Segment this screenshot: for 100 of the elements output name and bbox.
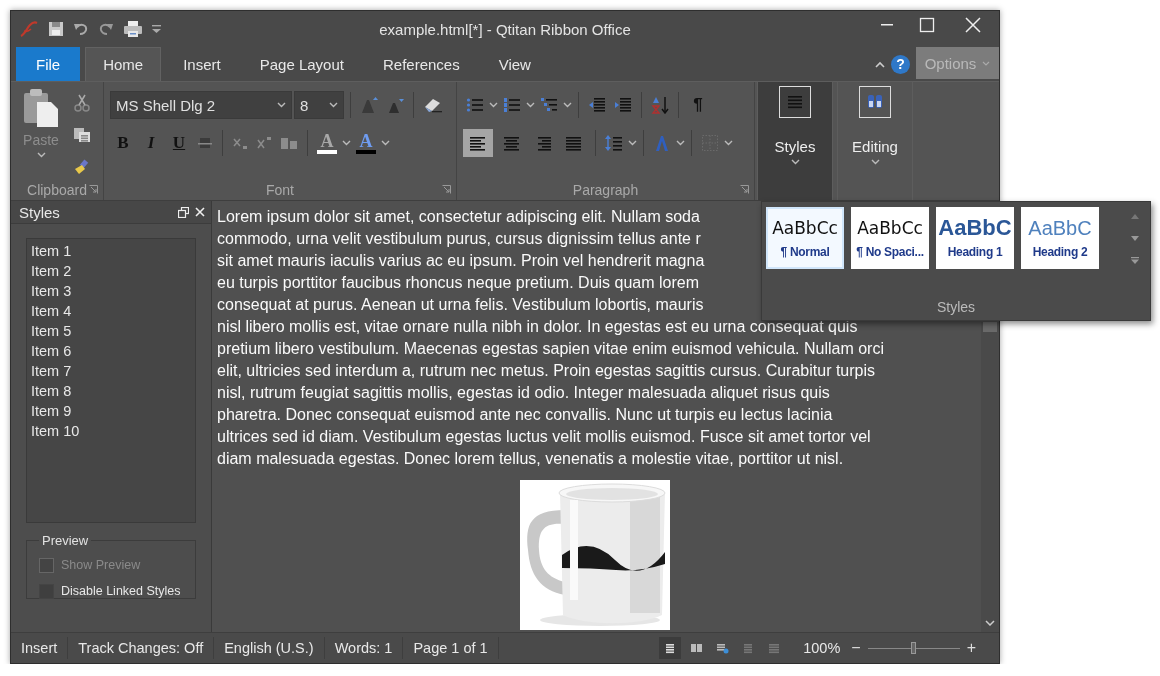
ribbon-tab[interactable]: Insert bbox=[166, 47, 238, 81]
page-view-icon bbox=[715, 641, 730, 655]
text-line: eu turpis porttitor faucibus rhoncus neque pretium. Duis quam lorem bbox=[217, 273, 699, 293]
chevron-down-icon bbox=[36, 152, 46, 158]
list-item[interactable]: Item 1 bbox=[31, 241, 191, 261]
chevron-down-icon bbox=[489, 102, 498, 108]
page-view-icon bbox=[767, 641, 782, 655]
line-spacing-icon bbox=[605, 134, 623, 152]
checkbox-label: Disable Linked Styles bbox=[61, 584, 181, 598]
list-item[interactable]: Item 8 bbox=[31, 381, 191, 401]
clipboard-icon bbox=[23, 88, 59, 128]
chevron-down-icon bbox=[724, 140, 733, 146]
pane-title: Styles bbox=[19, 203, 61, 221]
printer-icon[interactable] bbox=[123, 20, 143, 38]
style-swatch[interactable]: AaBbCc ¶ No Spaci... bbox=[851, 207, 929, 269]
ribbon-tab[interactable]: Page Layout bbox=[242, 47, 361, 81]
more-icon bbox=[1131, 256, 1139, 264]
styles-button[interactable]: Styles bbox=[757, 81, 833, 200]
gallery-label: Styles bbox=[936, 299, 976, 315]
sort-icon bbox=[651, 96, 669, 114]
scroll-down-icon[interactable] bbox=[985, 620, 995, 626]
page-view-icon bbox=[689, 641, 704, 655]
customize-menu-icon[interactable] bbox=[152, 24, 161, 34]
minimize-icon bbox=[881, 24, 893, 26]
status-item: Track Changes: Off bbox=[68, 637, 215, 659]
list-item[interactable]: Item 6 bbox=[31, 341, 191, 361]
zoom-in-button[interactable]: + bbox=[963, 639, 979, 657]
dialog-launcher-icon[interactable] bbox=[740, 185, 749, 194]
align-left-icon bbox=[469, 135, 487, 151]
text-line: consequat at purus. Aenean ut urna felis. Vestibulum lobortis, mauris bbox=[217, 295, 704, 315]
decrease-indent-icon bbox=[588, 97, 606, 113]
text-line: commodo, urna velit vestibulum purus, cursus dignissim tellus ante r bbox=[217, 229, 701, 249]
view-button[interactable] bbox=[659, 637, 682, 659]
chevron-down-icon bbox=[381, 140, 390, 146]
scissors-icon bbox=[74, 94, 90, 112]
list-item[interactable]: Item 2 bbox=[31, 261, 191, 281]
save-icon[interactable] bbox=[48, 21, 64, 37]
text-line: elit, ultricies sed interdum a, rutrum nec metus. Proin egestas sagittis cursus. Curabitur turpis bbox=[217, 361, 876, 381]
grow-font-icon bbox=[360, 96, 378, 114]
chevron-down-icon bbox=[628, 140, 637, 146]
status-item: Insert bbox=[11, 637, 69, 659]
ribbon-tab[interactable]: View bbox=[481, 47, 548, 81]
font-size-field[interactable]: 8 bbox=[294, 91, 344, 119]
list-item[interactable]: Item 5 bbox=[31, 321, 191, 341]
close-icon[interactable] bbox=[195, 207, 205, 217]
align-left-button[interactable] bbox=[463, 129, 493, 157]
chevron-down-icon bbox=[790, 159, 800, 165]
list-item[interactable]: Item 9 bbox=[31, 401, 191, 421]
change-case-icon bbox=[280, 136, 298, 150]
restore-icon[interactable] bbox=[178, 206, 189, 218]
status-item: Words: 1 bbox=[324, 637, 404, 659]
brush-icon bbox=[73, 159, 91, 175]
list-item[interactable]: Item 4 bbox=[31, 301, 191, 321]
dialog-launcher-icon[interactable] bbox=[442, 185, 451, 194]
text-line: diam malesuada egestas. Donec lorem tellus, venenatis a molestie vitae, porttitor ut nisl. bbox=[217, 449, 844, 469]
numbered-list-icon bbox=[503, 97, 521, 113]
style-swatch[interactable]: AaBbC Heading 2 bbox=[1021, 207, 1099, 269]
undo-icon[interactable] bbox=[73, 21, 89, 37]
list-item[interactable]: Item 10 bbox=[31, 421, 191, 441]
align-center-icon bbox=[501, 135, 519, 151]
zoom-out-button[interactable]: − bbox=[848, 639, 864, 657]
strikethrough-icon bbox=[197, 136, 213, 150]
window-title: example.html[*] - Qtitan Ribbon Office bbox=[379, 20, 631, 38]
style-swatch[interactable]: AaBbCc ¶ Normal bbox=[766, 207, 844, 269]
editing-button[interactable]: Editing bbox=[837, 81, 913, 200]
multilevel-list-icon bbox=[540, 97, 558, 113]
list-item[interactable]: Item 7 bbox=[31, 361, 191, 381]
redo-icon[interactable] bbox=[98, 21, 114, 37]
increase-indent-icon bbox=[614, 97, 632, 113]
dialog-launcher-icon[interactable] bbox=[89, 185, 98, 194]
ribbon-tab[interactable]: References bbox=[365, 47, 477, 81]
chevron-down-icon bbox=[870, 159, 880, 165]
binoculars-icon bbox=[859, 86, 891, 118]
chevron-down-icon bbox=[526, 102, 535, 108]
text-line: sit amet mauris iaculis varius ac eu ipsum. Proin vel hendrerit magna bbox=[217, 251, 705, 271]
text-line: ultrices sed id diam. Vestibulum egestas luctus velit mollis euismod. Fusce sit amet tortor vel bbox=[217, 427, 871, 447]
styles-icon bbox=[779, 86, 811, 118]
text-line: nisl libero mollis est, vitae ornare nulla nibh in dolor. In egestas est eu urna consequat quis bbox=[217, 317, 858, 337]
eraser-icon bbox=[423, 97, 443, 113]
ribbon-tab[interactable]: File bbox=[16, 47, 81, 81]
font-name-field[interactable]: MS Shell Dlg 2 bbox=[110, 91, 292, 119]
chevron-down-icon bbox=[563, 102, 572, 108]
close-icon bbox=[965, 17, 981, 33]
ribbon-tab[interactable]: Home bbox=[85, 47, 162, 81]
text-line: Lorem ipsum dolor sit amet, consectetur adipiscing elit. Nullam soda bbox=[217, 207, 700, 227]
text-line: nisl, rutrum feugiat sagittis mollis, egestas id odio. Integer malesuada aliquet risus quis bbox=[217, 383, 830, 403]
collapse-ribbon-icon[interactable] bbox=[875, 60, 885, 68]
group-title: Preview bbox=[41, 533, 90, 548]
scrollbar[interactable] bbox=[981, 322, 999, 632]
text-line: pharetra. Donec consequat euismod ante nec convallis. Nunc ut turpis eu lectus lacinia bbox=[217, 405, 833, 425]
slider-thumb[interactable] bbox=[910, 642, 916, 654]
group-label: Font bbox=[266, 182, 294, 198]
chevron-down-icon bbox=[982, 60, 991, 66]
scroll-thumb[interactable] bbox=[983, 322, 997, 332]
list-item[interactable]: Item 3 bbox=[31, 281, 191, 301]
chevron-down-icon bbox=[277, 102, 286, 108]
shrink-font-icon bbox=[386, 96, 404, 114]
maximize-icon bbox=[919, 17, 935, 33]
style-swatch[interactable]: AaBbC Heading 1 bbox=[936, 207, 1014, 269]
help-button[interactable]: ? bbox=[891, 54, 910, 74]
